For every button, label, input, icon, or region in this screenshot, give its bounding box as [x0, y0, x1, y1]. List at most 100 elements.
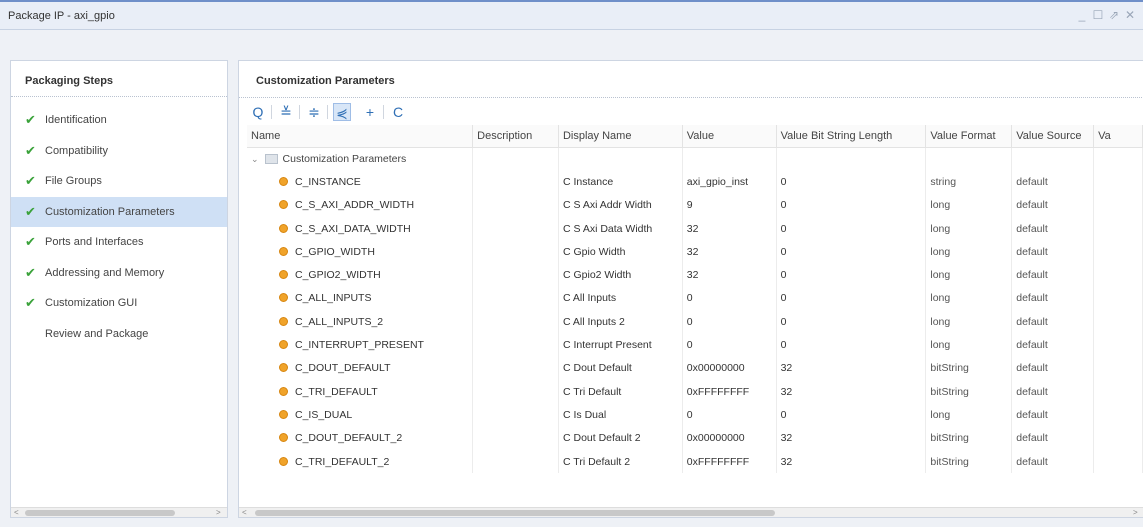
- cell-value[interactable]: 0: [682, 403, 777, 427]
- minimize-icon[interactable]: _: [1076, 8, 1088, 22]
- hierarchy-icon[interactable]: ⋞: [333, 103, 351, 121]
- column-header[interactable]: Va: [1093, 125, 1143, 148]
- cell-display[interactable]: C Interrupt Present: [558, 333, 683, 357]
- step-item[interactable]: ✔ Ports and Interfaces: [11, 227, 227, 257]
- cell-extra: [1093, 310, 1143, 334]
- table-row[interactable]: C_GPIO2_WIDTH C Gpio2 Width 32 0 long default: [247, 263, 1143, 287]
- cell-description[interactable]: [472, 333, 559, 357]
- cell-source: default: [1011, 333, 1095, 357]
- cell-display[interactable]: C Gpio2 Width: [558, 263, 683, 287]
- column-header[interactable]: Value Bit String Length: [776, 125, 927, 148]
- table-row[interactable]: C_DOUT_DEFAULT_2 C Dout Default 2 0x000000…: [247, 426, 1143, 450]
- cell-display[interactable]: C S Axi Addr Width: [558, 193, 683, 217]
- cell-description[interactable]: [472, 426, 559, 450]
- expand-all-icon[interactable]: ≑: [305, 103, 323, 121]
- cell-description[interactable]: [472, 216, 559, 241]
- cell-description[interactable]: [472, 170, 559, 194]
- table-row[interactable]: C_TRI_DEFAULT C Tri Default 0xFFFFFFFF 32 bi…: [247, 379, 1143, 404]
- parameter-name: C_S_AXI_DATA_WIDTH: [295, 222, 411, 235]
- table-row[interactable]: C_S_AXI_DATA_WIDTH C S Axi Data Width 32 0 l…: [247, 216, 1143, 241]
- cell-value[interactable]: 0xFFFFFFFF: [682, 379, 777, 404]
- search-icon[interactable]: Q: [249, 103, 267, 121]
- step-item[interactable]: ✔ File Groups: [11, 166, 227, 196]
- scroll-left-icon[interactable]: <: [242, 508, 247, 517]
- collapse-all-icon[interactable]: ≚: [277, 103, 295, 121]
- column-header[interactable]: Display Name: [558, 125, 683, 148]
- cell-description[interactable]: [472, 379, 559, 404]
- scroll-thumb[interactable]: [25, 510, 175, 516]
- table-row[interactable]: C_GPIO_WIDTH C Gpio Width 32 0 long default: [247, 240, 1143, 264]
- cell-name: C_S_AXI_ADDR_WIDTH: [247, 193, 474, 217]
- step-item[interactable]: ✔ Compatibility: [11, 136, 227, 166]
- step-item[interactable]: Review and Package: [11, 319, 227, 349]
- left-horizontal-scrollbar[interactable]: < >: [11, 507, 227, 517]
- cell-display[interactable]: C All Inputs 2: [558, 310, 683, 334]
- scroll-thumb[interactable]: [255, 510, 775, 516]
- close-icon[interactable]: ✕: [1124, 8, 1136, 22]
- maximize-icon[interactable]: ☐: [1092, 8, 1104, 22]
- cell-display[interactable]: C Gpio Width: [558, 240, 683, 264]
- cell-display[interactable]: C All Inputs: [558, 286, 683, 311]
- cell-description[interactable]: [472, 286, 559, 311]
- cell-display[interactable]: C Is Dual: [558, 403, 683, 427]
- chevron-down-icon[interactable]: ⌄: [251, 154, 259, 165]
- cell-description[interactable]: [472, 449, 559, 474]
- parameter-name: C_INTERRUPT_PRESENT: [295, 339, 424, 352]
- cell-value[interactable]: 0: [682, 310, 777, 334]
- scroll-right-icon[interactable]: >: [1133, 508, 1138, 517]
- column-header[interactable]: Name: [247, 125, 474, 148]
- cell-name: C_INTERRUPT_PRESENT: [247, 333, 474, 357]
- cell-value[interactable]: 0xFFFFFFFF: [682, 449, 777, 474]
- cell-extra: [1093, 216, 1143, 241]
- cell-value[interactable]: 0x00000000: [682, 426, 777, 450]
- refresh-icon[interactable]: C: [389, 103, 407, 121]
- table-row[interactable]: C_ALL_INPUTS C All Inputs 0 0 long default: [247, 286, 1143, 311]
- cell-display[interactable]: C S Axi Data Width: [558, 216, 683, 241]
- table-row[interactable]: C_INTERRUPT_PRESENT C Interrupt Present 0 0…: [247, 333, 1143, 357]
- scroll-right-icon[interactable]: >: [216, 508, 221, 517]
- scroll-left-icon[interactable]: <: [14, 508, 19, 517]
- table-row[interactable]: C_S_AXI_ADDR_WIDTH C S Axi Addr Width 9 0 lo…: [247, 193, 1143, 217]
- step-item[interactable]: ✔ Identification: [11, 105, 227, 135]
- cell-value[interactable]: 32: [682, 240, 777, 264]
- column-header[interactable]: Value Source: [1011, 125, 1095, 148]
- table-horizontal-scrollbar[interactable]: < >: [239, 507, 1143, 517]
- group-name-cell[interactable]: ⌄ Customization Parameters: [247, 147, 474, 171]
- group-row[interactable]: ⌄ Customization Parameters: [247, 147, 1143, 171]
- cell-description[interactable]: [472, 403, 559, 427]
- add-icon[interactable]: +: [361, 103, 379, 121]
- cell-display[interactable]: C Instance: [558, 170, 683, 194]
- cell-display[interactable]: C Tri Default 2: [558, 449, 683, 474]
- cell-description[interactable]: [472, 193, 559, 217]
- cell-value[interactable]: 0: [682, 333, 777, 357]
- step-item[interactable]: ✔ Addressing and Memory: [11, 258, 227, 288]
- cell-value[interactable]: axi_gpio_inst: [682, 170, 777, 194]
- toolbar: Q ≚ ≑ ⋞ + C: [239, 97, 1143, 125]
- float-icon[interactable]: ⇗: [1108, 8, 1120, 22]
- cell-value[interactable]: 9: [682, 193, 777, 217]
- cell-value[interactable]: 0: [682, 286, 777, 311]
- table-row[interactable]: C_INSTANCE C Instance axi_gpio_inst 0 string…: [247, 170, 1143, 194]
- step-item[interactable]: ✔ Customization Parameters: [11, 196, 227, 227]
- cell-description[interactable]: [472, 240, 559, 264]
- cell-bitlen: 0: [776, 170, 927, 194]
- column-header[interactable]: Value Format: [925, 125, 1013, 148]
- cell-value[interactable]: 32: [682, 216, 777, 241]
- cell-value[interactable]: 32: [682, 263, 777, 287]
- table-row[interactable]: C_TRI_DEFAULT_2 C Tri Default 2 0xFFFFFFFF…: [247, 449, 1143, 474]
- cell-description[interactable]: [472, 263, 559, 287]
- cell-display[interactable]: C Dout Default: [558, 356, 683, 380]
- cell-value[interactable]: 0x00000000: [682, 356, 777, 380]
- cell-display[interactable]: C Dout Default 2: [558, 426, 683, 450]
- cell-description[interactable]: [472, 310, 559, 334]
- cell-display[interactable]: C Tri Default: [558, 379, 683, 404]
- table-row[interactable]: C_ALL_INPUTS_2 C All Inputs 2 0 0 long defaul…: [247, 310, 1143, 334]
- step-item[interactable]: ✔ Customization GUI: [11, 288, 227, 318]
- table-row[interactable]: C_DOUT_DEFAULT C Dout Default 0x00000000 32…: [247, 356, 1143, 380]
- column-header[interactable]: Description: [472, 125, 559, 148]
- column-header[interactable]: Value: [682, 125, 777, 148]
- table-row[interactable]: C_IS_DUAL C Is Dual 0 0 long default: [247, 403, 1143, 427]
- cell-description[interactable]: [472, 356, 559, 380]
- cell-name: C_DOUT_DEFAULT_2: [247, 426, 474, 450]
- parameter-icon: [279, 433, 288, 443]
